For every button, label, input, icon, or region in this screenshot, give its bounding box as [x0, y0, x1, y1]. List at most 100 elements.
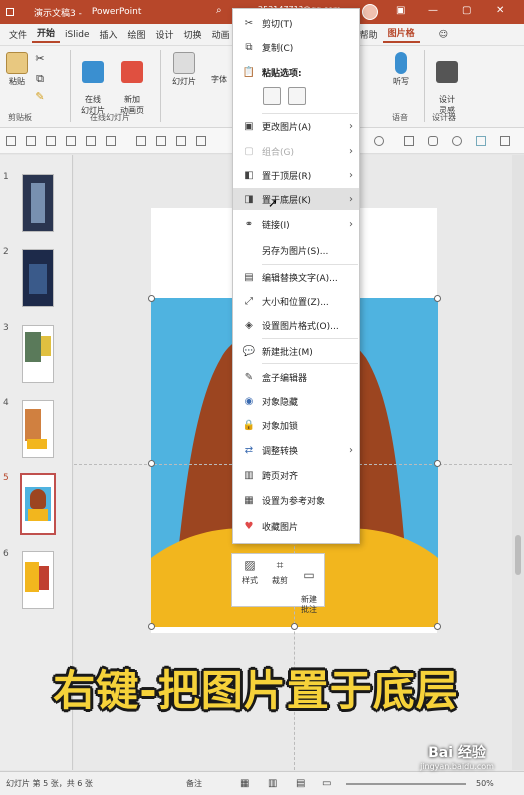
tab-file[interactable]: 文件: [4, 28, 32, 41]
menu-item-paste-options: 📋 粘贴选项:: [242, 66, 302, 79]
maximize-icon[interactable]: ▢: [462, 5, 471, 16]
menu-item-format-picture[interactable]: ◈ 设置图片格式(O)...: [233, 314, 359, 336]
menu-item-send-to-back[interactable]: ◨ 置于底层(K) ›: [233, 188, 359, 210]
dictate-button[interactable]: 听写: [386, 52, 416, 87]
resize-handle[interactable]: [148, 295, 155, 302]
tab-draw[interactable]: 绘图: [123, 28, 151, 41]
scissors-icon: ✂: [244, 17, 254, 29]
rounded-rect-icon[interactable]: [428, 136, 438, 146]
menu-item-group[interactable]: ▢ 组合(G) ›: [233, 140, 359, 162]
slide-thumbnail-1[interactable]: [22, 174, 54, 232]
distribute-v-icon[interactable]: [156, 136, 166, 146]
smiley-icon[interactable]: ☺: [434, 30, 453, 40]
menu-item-box-editor[interactable]: ✎ 盒子编辑器: [233, 366, 359, 388]
rectangle-icon[interactable]: [404, 136, 414, 146]
slide-layout-button[interactable]: 幻灯片: [166, 52, 202, 87]
tab-animations[interactable]: 动画: [207, 28, 235, 41]
vertical-scrollbar[interactable]: [512, 155, 524, 770]
align-top-icon[interactable]: [66, 136, 76, 146]
designer-icon: [436, 61, 458, 83]
search-icon[interactable]: ⌕: [216, 5, 222, 16]
reading-view-icon[interactable]: ▤: [296, 778, 305, 789]
fill-color-icon[interactable]: [476, 136, 486, 146]
tab-design[interactable]: 设计: [151, 28, 179, 41]
ribbon-display-icon[interactable]: ▣: [396, 5, 405, 16]
menu-item-set-reference[interactable]: ▦ 设置为参考对象: [233, 489, 359, 511]
crop-button[interactable]: ⌗ 裁剪: [266, 558, 294, 586]
align-bottom-icon[interactable]: [106, 136, 116, 146]
resize-handle[interactable]: [148, 460, 155, 467]
font-button[interactable]: 字体: [208, 74, 230, 85]
style-button[interactable]: ▨ 样式: [236, 558, 264, 586]
paste-as-picture-icon[interactable]: [288, 87, 306, 105]
new-comment-button[interactable]: ▭ 新建 批注: [295, 558, 323, 615]
paste-button[interactable]: 粘贴: [4, 52, 30, 87]
menu-item-save-as-picture[interactable]: 另存为图片(S)...: [233, 239, 359, 261]
menu-item-size-position[interactable]: ⤢ 大小和位置(Z)...: [233, 290, 359, 312]
link-icon: ⚭: [244, 218, 254, 230]
align-center-icon[interactable]: [26, 136, 36, 146]
designer-button[interactable]: 设计 灵感: [430, 52, 464, 116]
box-editor-icon: ✎: [244, 371, 254, 383]
menu-item-bring-to-front[interactable]: ◧ 置于顶层(R) ›: [233, 164, 359, 186]
submenu-arrow-icon: ›: [349, 193, 353, 205]
menu-item-adjust-convert[interactable]: ⇄ 调整转换 ›: [233, 439, 359, 461]
menu-item-link[interactable]: ⚭ 链接(I) ›: [233, 213, 359, 235]
online-slides-button[interactable]: 在线 幻灯片: [76, 52, 110, 116]
normal-view-icon[interactable]: ▦: [240, 778, 249, 789]
document-title: 演示文稿3 -: [34, 8, 82, 19]
tab-transitions[interactable]: 切换: [179, 28, 207, 41]
resize-handle[interactable]: [434, 460, 441, 467]
rotate-icon[interactable]: [196, 136, 206, 146]
resize-icon[interactable]: [176, 136, 186, 146]
autosave-icon[interactable]: [6, 8, 14, 16]
tab-picture-format[interactable]: 图片格: [382, 26, 420, 43]
watermark-brand: Bai 经验: [428, 745, 486, 761]
slide-thumbnail-5[interactable]: [20, 473, 56, 535]
distribute-h-icon[interactable]: [136, 136, 146, 146]
slide-sorter-icon[interactable]: ▥: [268, 778, 277, 789]
baidu-watermark: Bai 经验 jingyan.baidu.com: [402, 742, 512, 782]
menu-item-lock-object[interactable]: 🔒 对象加锁: [233, 414, 359, 436]
zoom-slider[interactable]: [346, 783, 466, 785]
tab-home[interactable]: 开始: [32, 26, 61, 43]
slide-number: 2: [3, 247, 9, 257]
outline-color-icon[interactable]: [500, 136, 510, 146]
tab-insert[interactable]: 插入: [95, 28, 123, 41]
minimize-icon[interactable]: —: [428, 5, 438, 16]
menu-item-cut[interactable]: ✂ 剪切(T): [233, 12, 359, 34]
slide-thumbnail-6[interactable]: [22, 551, 54, 609]
new-animation-page-button[interactable]: 新加 动画页: [114, 52, 150, 116]
slideshow-icon[interactable]: ▭: [322, 778, 331, 789]
shape-union-icon[interactable]: [374, 136, 384, 146]
slide-thumbnail-2[interactable]: [22, 249, 54, 307]
align-middle-icon[interactable]: [86, 136, 96, 146]
slide-thumbnail-4[interactable]: [22, 400, 54, 458]
resize-handle[interactable]: [434, 295, 441, 302]
clipboard-icon: [6, 52, 28, 74]
align-left-icon[interactable]: [6, 136, 16, 146]
tab-islide[interactable]: iSlide: [60, 30, 94, 40]
copy-icon: ⧉: [245, 41, 253, 53]
menu-separator: [262, 264, 358, 265]
close-icon[interactable]: ✕: [496, 5, 504, 16]
menu-item-new-comment[interactable]: 💬 新建批注(M): [233, 340, 359, 362]
avatar[interactable]: [362, 4, 378, 20]
cut-icon[interactable]: ✂: [32, 52, 48, 65]
copy-icon[interactable]: ⧉: [32, 72, 48, 86]
format-painter-icon[interactable]: ✎: [32, 90, 48, 103]
paste-keep-format-icon[interactable]: [263, 87, 281, 105]
alt-text-icon: ▤: [244, 271, 254, 283]
ellipse-icon[interactable]: [452, 136, 462, 146]
submenu-arrow-icon: ›: [349, 169, 353, 181]
menu-item-edit-alt-text[interactable]: ▤ 编辑替换文字(A)...: [233, 266, 359, 288]
slide-thumbnail-3[interactable]: [22, 325, 54, 383]
align-right-icon[interactable]: [46, 136, 56, 146]
menu-item-change-picture[interactable]: ▣ 更改图片(A) ›: [233, 115, 359, 137]
menu-item-cross-page-align[interactable]: ▥ 跨页对齐: [233, 464, 359, 486]
scrollbar-thumb[interactable]: [515, 535, 521, 575]
menu-item-hide-object[interactable]: ◉ 对象隐藏: [233, 390, 359, 412]
menu-item-copy[interactable]: ⧉ 复制(C): [233, 36, 359, 58]
menu-item-favorite-picture[interactable]: ♥ 收藏图片: [233, 515, 359, 537]
notes-button[interactable]: 备注: [186, 778, 202, 789]
